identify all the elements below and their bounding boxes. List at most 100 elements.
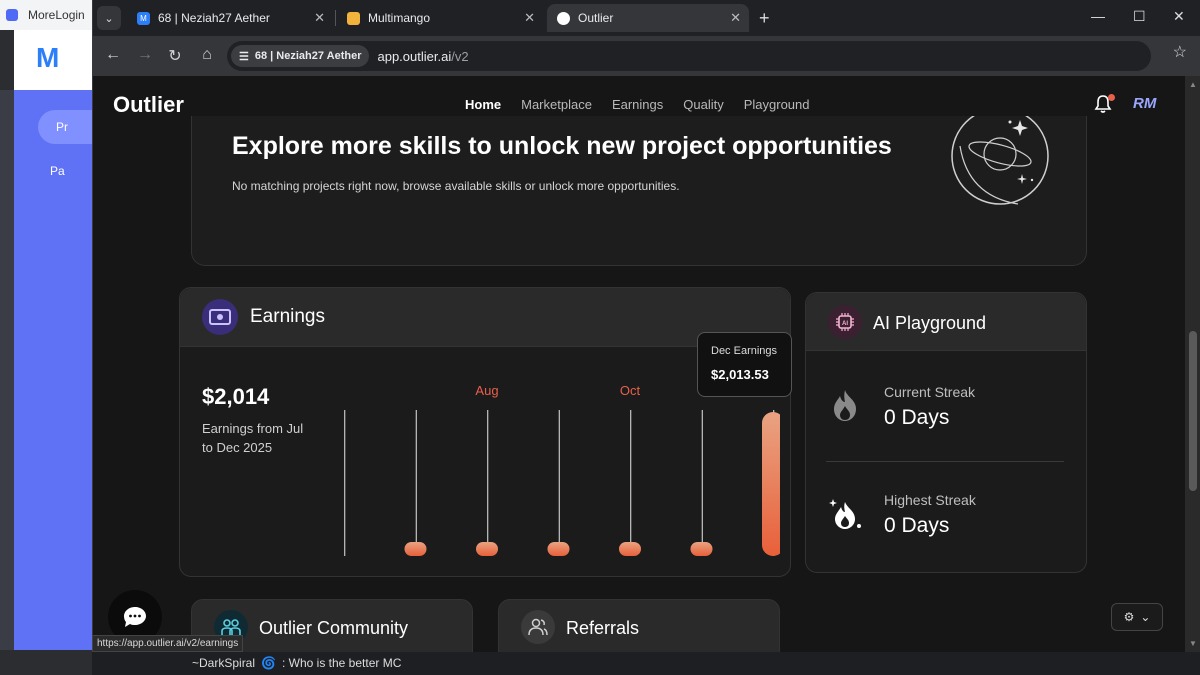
ai-chip-icon: AI [828,305,862,339]
home-icon[interactable]: ⌂ [197,46,217,64]
bar-nov[interactable] [690,542,713,556]
page-scrollbar[interactable]: ▲ ▼ [1185,76,1200,652]
morelogin-logo: M [36,42,60,73]
morelogin-nav-item-second[interactable]: Pa [50,164,65,178]
tune-icon: ☰ [239,50,249,63]
earnings-title: Earnings [250,306,325,327]
spiral-icon: 🌀 [261,655,276,670]
nav-quality[interactable]: Quality [683,97,723,112]
morelogin-nav-item-profiles[interactable]: Pr [38,110,92,144]
user-avatar[interactable]: RM [1133,95,1156,112]
community-title: Outlier Community [259,618,409,638]
tab-title: Multimango [368,11,431,25]
x-tick-label: Oct [620,383,641,398]
morelogin-tab-title: MoreLogin [28,8,85,22]
outlier-page: Outlier Home Marketplace Earnings Qualit… [93,76,1185,652]
svg-text:AI: AI [842,321,848,327]
bookmark-star-icon[interactable]: ☆ [1173,42,1187,62]
current-streak-value: 0 Days [884,406,950,429]
scroll-up-icon[interactable]: ▲ [1189,80,1197,89]
background-left-strip [0,90,14,650]
earnings-total: $2,014 [202,384,270,409]
x-tick-label: Aug [475,383,498,398]
earnings-description: Earnings from Jul to Dec 2025 [202,421,304,455]
streak-divider [826,461,1064,462]
site-info-chip[interactable]: ☰ 68 | Neziah27 Aether [231,45,370,67]
morelogin-favicon-icon: M [137,11,150,25]
tab-search-chevron-icon[interactable]: ⌄ [97,6,121,30]
tab-multimango[interactable]: Multimango ✕ [337,4,543,32]
nav-marketplace[interactable]: Marketplace [521,97,592,112]
settings-dropdown-button[interactable]: ⚙ ⌄ [1111,603,1163,631]
planet-illustration-icon [951,116,1049,205]
background-chat-bar: ~DarkSpiral 🌀 : Who is the better MC [92,650,1200,675]
ai-playground-title: AI Playground [873,313,987,333]
tab-title: Outlier [578,11,614,25]
earnings-bar-chart[interactable]: Aug Oct [320,368,780,568]
forward-arrow-icon[interactable]: → [135,46,155,64]
nav-playground[interactable]: Playground [744,97,810,112]
referrals-users-icon [521,610,555,644]
flame-sparkle-icon [829,499,861,529]
brand-logo[interactable]: Outlier [113,92,184,118]
address-bar[interactable]: ☰ 68 | Neziah27 Aether app.outlier.ai/v2 [227,41,1151,71]
url-path: /v2 [451,48,469,64]
earnings-card[interactable]: Earnings $2,014 Earnings from Jul to Dec… [179,287,791,577]
close-window-icon[interactable]: ✕ [1173,8,1185,25]
morelogin-nav: Pr Pa [14,90,92,650]
maximize-icon[interactable]: ☐ [1133,8,1146,25]
cash-icon [202,299,238,335]
tab-separator [335,10,336,26]
close-icon[interactable]: ✕ [314,10,325,26]
close-icon[interactable]: ✕ [524,10,535,26]
explore-subtitle: No matching projects right now, browse a… [232,179,680,193]
scroll-thumb[interactable] [1189,331,1197,491]
nav-earnings[interactable]: Earnings [612,97,663,112]
morelogin-tab[interactable]: MoreLogin [0,0,92,30]
new-tab-plus-icon[interactable]: + [759,8,770,29]
reload-icon[interactable]: ↻ [165,46,185,66]
minimize-icon[interactable]: — [1091,8,1105,24]
ai-playground-card[interactable]: AI AI Playground Current Streak 0 Days H… [805,292,1087,573]
bar-jul[interactable] [404,542,427,556]
chevron-down-icon: ⌄ [1140,610,1151,624]
scroll-down-icon[interactable]: ▼ [1189,639,1197,648]
bar-sep[interactable] [547,542,570,556]
tab-neziah[interactable]: M 68 | Neziah27 Aether ✕ [127,4,333,32]
url-text: app.outlier.ai/v2 [377,49,468,64]
tab-outlier[interactable]: Outlier ✕ [547,4,749,32]
back-arrow-icon[interactable]: ← [103,46,123,64]
notification-dot [1108,94,1115,101]
highest-streak-label: Highest Streak [884,492,976,508]
nav-links: Home Marketplace Earnings Quality Playgr… [465,97,810,112]
explore-skills-card: Explore more skills to unlock new projec… [191,116,1087,266]
chat-bubble-icon [124,607,146,627]
chat-message: : Who is the better MC [281,655,402,670]
current-streak-label: Current Streak [884,384,976,400]
status-bar-url: https://app.outlier.ai/v2/earnings [92,635,244,652]
bar-dec[interactable] [762,412,780,556]
bar-aug[interactable] [476,542,498,556]
explore-title: Explore more skills to unlock new projec… [232,132,892,160]
url-host: app.outlier.ai [377,48,452,64]
chat-user: ~DarkSpiral [192,655,256,670]
nav-home[interactable]: Home [465,97,501,112]
browser-window: ⌄ M 68 | Neziah27 Aether ✕ Multimango ✕ … [92,0,1200,652]
bar-oct[interactable] [619,542,641,556]
site-chip-label: 68 | Neziah27 Aether [254,50,362,62]
browser-toolbar: ← → ↻ ⌂ ☰ 68 | Neziah27 Aether app.outli… [93,36,1200,76]
gear-icon: ⚙ [1123,610,1135,624]
earnings-tooltip: Dec Earnings $2,013.53 [697,332,792,397]
close-icon[interactable]: ✕ [730,10,741,26]
referrals-card[interactable]: Referrals [498,599,780,652]
tab-title: 68 | Neziah27 Aether [158,11,270,25]
ai-playground-header: AI AI Playground [806,293,1086,351]
tooltip-value: $2,013.53 [711,367,769,382]
outlier-favicon-icon [557,11,570,25]
multimango-favicon-icon [347,11,360,25]
morelogin-panel: M Pr Pa [14,30,92,650]
flame-icon [834,390,856,421]
referrals-title: Referrals [566,618,640,638]
highest-streak-value: 0 Days [884,514,950,537]
tab-bar: ⌄ M 68 | Neziah27 Aether ✕ Multimango ✕ … [93,0,1200,36]
